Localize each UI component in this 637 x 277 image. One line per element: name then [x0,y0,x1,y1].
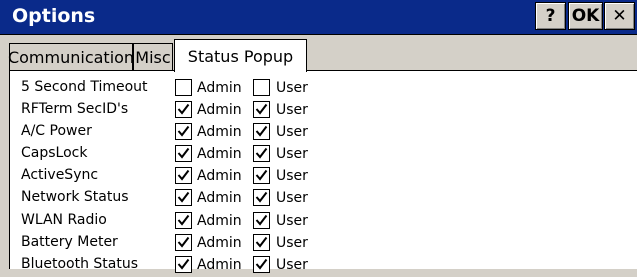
option-row: Bluetooth Status Admin User [10,253,610,275]
user-checkbox-label[interactable]: User [276,76,308,100]
admin-checkbox[interactable] [175,101,192,118]
ok-button[interactable]: OK [568,2,603,30]
tab-misc[interactable]: Misc [133,43,173,70]
admin-checkbox-label[interactable]: Admin [197,253,242,277]
option-row: WLAN Radio Admin User [10,209,610,231]
help-button[interactable]: ? [535,2,566,30]
option-row: Network Status Admin User [10,186,610,208]
option-row: 5 Second Timeout Admin User [10,76,610,98]
option-row: A/C Power Admin User [10,120,610,142]
user-checkbox[interactable] [253,101,270,118]
option-label: RFTerm SecID's [21,101,129,117]
user-checkbox[interactable] [253,256,270,273]
user-checkbox-label[interactable]: User [276,120,308,144]
admin-checkbox-label[interactable]: Admin [197,76,242,100]
user-checkbox-label[interactable]: User [276,209,308,233]
admin-checkbox[interactable] [175,167,192,184]
option-label: ActiveSync [21,167,99,183]
admin-checkbox[interactable] [175,189,192,206]
admin-checkbox[interactable] [175,234,192,251]
admin-checkbox[interactable] [175,145,192,162]
user-checkbox[interactable] [253,79,270,96]
user-checkbox[interactable] [253,234,270,251]
user-checkbox[interactable] [253,123,270,140]
admin-checkbox[interactable] [175,212,192,229]
option-label: 5 Second Timeout [21,79,148,95]
user-checkbox[interactable] [253,212,270,229]
user-checkbox[interactable] [253,189,270,206]
option-row: ActiveSync Admin User [10,164,610,186]
close-icon: ✕ [612,6,627,26]
option-label: Network Status [21,189,129,205]
option-row: Battery Meter Admin User [10,231,610,253]
user-checkbox-label[interactable]: User [276,142,308,166]
admin-checkbox-label[interactable]: Admin [197,209,242,233]
admin-checkbox-label[interactable]: Admin [197,231,242,255]
admin-checkbox-label[interactable]: Admin [197,142,242,166]
status-popup-panel: 5 Second Timeout Admin User RFTerm SecID's A… [9,70,637,273]
user-checkbox[interactable] [253,167,270,184]
window-title: Options [12,5,96,27]
user-checkbox[interactable] [253,145,270,162]
admin-checkbox-label[interactable]: Admin [197,186,242,210]
tab-communication[interactable]: Communication [8,43,134,70]
option-label: CapsLock [21,145,88,161]
admin-checkbox[interactable] [175,256,192,273]
admin-checkbox-label[interactable]: Admin [197,120,242,144]
option-label: A/C Power [21,123,92,139]
user-checkbox-label[interactable]: User [276,231,308,255]
option-row: RFTerm SecID's Admin User [10,98,610,120]
admin-checkbox[interactable] [175,79,192,96]
user-checkbox-label[interactable]: User [276,253,308,277]
option-row: CapsLock Admin User [10,142,610,164]
user-checkbox-label[interactable]: User [276,164,308,188]
user-checkbox-label[interactable]: User [276,98,308,122]
title-bar: Options ? OK ✕ [0,0,637,35]
option-label: Bluetooth Status [21,256,139,272]
admin-checkbox-label[interactable]: Admin [197,164,242,188]
close-button[interactable]: ✕ [604,2,635,30]
user-checkbox-label[interactable]: User [276,186,308,210]
tab-status-popup[interactable]: Status Popup [174,39,307,72]
option-label: Battery Meter [21,234,118,250]
admin-checkbox[interactable] [175,123,192,140]
option-label: WLAN Radio [21,212,107,228]
admin-checkbox-label[interactable]: Admin [197,98,242,122]
